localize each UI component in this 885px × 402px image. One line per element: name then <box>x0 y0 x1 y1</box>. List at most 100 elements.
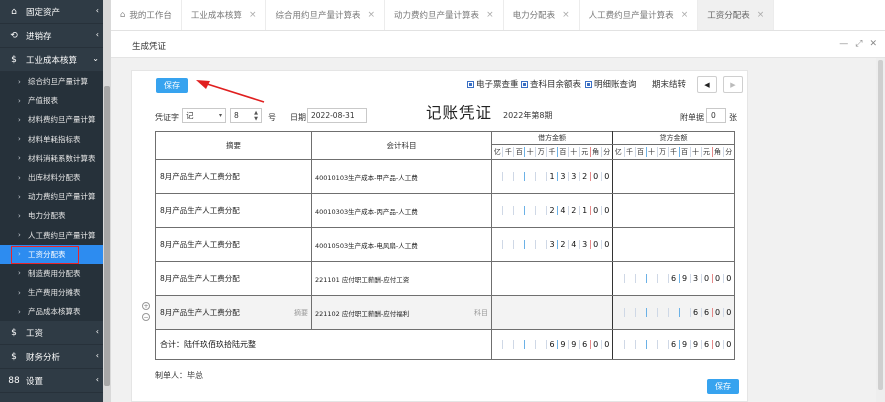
checkbox-icon[interactable] <box>585 80 592 88</box>
account-cell[interactable]: 40010503生产成本-电风扇-人工费 <box>311 227 492 262</box>
credit-cell[interactable]: 693000 <box>612 261 735 296</box>
debit-digit: 2 <box>546 206 558 215</box>
sidebar-subitem[interactable]: › 出库材料分配表 <box>0 168 111 187</box>
sidebar-menu-top-1[interactable]: ⟲ 进销存 ‹ <box>0 24 111 48</box>
stepper-icon[interactable]: ▲ ▼ <box>254 110 258 122</box>
total-debit-digit <box>513 340 526 349</box>
sidebar-subitem[interactable]: › 工资分配表 <box>0 244 111 264</box>
tab-4[interactable]: 电力分配表 × <box>504 0 580 30</box>
debit-digit <box>513 240 526 249</box>
tab-6[interactable]: 工资分配表 × <box>698 0 775 30</box>
tab-close-icon[interactable]: × <box>249 10 257 20</box>
debit-cell[interactable]: 324300 <box>491 227 613 262</box>
table-row[interactable]: 8月产品生产人工费分配 221101 应付职工薪酬-应付工资 6 9 3 0 0 0 <box>155 261 735 296</box>
attach-count-input[interactable]: 0 <box>706 108 726 123</box>
summary-cell[interactable]: 8月产品生产人工费分配 摘要 <box>155 295 312 330</box>
sidebar-scrollbar-thumb[interactable] <box>104 86 110 386</box>
remove-row-icon[interactable]: − <box>142 313 150 321</box>
sidebar-subitem[interactable]: › 材料单耗指标表 <box>0 130 111 149</box>
summary-cell[interactable]: 8月产品生产人工费分配 <box>155 261 312 296</box>
sidebar-subitem[interactable]: › 产品成本核算表 <box>0 302 111 321</box>
account-hint: 科目 <box>474 309 488 317</box>
total-debit-digit: 0 <box>604 340 610 349</box>
debit-digit <box>513 172 526 181</box>
account-cell[interactable]: 221102 应付职工薪酬-应付福利 科目 <box>311 295 492 330</box>
sidebar-subitem[interactable]: › 制造费用分配表 <box>0 264 111 283</box>
content-scrollbar[interactable] <box>876 58 885 402</box>
voucher-number-stepper[interactable]: 8 ▲ ▼ <box>230 108 262 123</box>
tab-0[interactable]: ⌂ 我的工作台 <box>111 0 182 30</box>
tab-close-icon[interactable]: × <box>562 10 570 20</box>
tab-2[interactable]: 综合用约旦产量计算表 × <box>266 0 386 30</box>
next-voucher-button[interactable]: ▶ <box>723 76 743 93</box>
tab-close-icon[interactable]: × <box>368 10 376 20</box>
account-cell[interactable]: 40010303生产成本-丙产品-人工费 <box>311 193 492 228</box>
summary-cell[interactable]: 8月产品生产人工费分配 <box>155 227 312 262</box>
summary-cell[interactable]: 8月产品生产人工费分配 <box>155 159 312 194</box>
sidebar-subitem[interactable]: › 生产费用分摊表 <box>0 283 111 302</box>
sidebar-subitem[interactable]: › 产值报表 <box>0 91 111 110</box>
sidebar-menu-top-2[interactable]: $ 工业成本核算 ⌄ <box>0 48 111 72</box>
minimize-icon[interactable]: — <box>839 39 848 49</box>
table-row[interactable]: 8月产品生产人工费分配 40010503生产成本-电风扇-人工费 3 2 4 3 0 0 <box>155 227 735 262</box>
checkbox-icon[interactable] <box>467 80 474 88</box>
add-row-icon[interactable]: + <box>142 302 150 310</box>
voucher-word-select[interactable]: 记 ▾ <box>182 108 226 123</box>
sidebar-subitem[interactable]: › 人工费约旦产量计算 <box>0 226 111 245</box>
account-text: 221102 应付职工薪酬-应付福利 <box>315 309 410 318</box>
save-bottom-button[interactable]: 保存 <box>707 379 739 394</box>
balance-check[interactable]: 查科目余额表 <box>521 78 581 90</box>
debit-digit <box>524 172 537 181</box>
sidebar-subitem[interactable]: › 电力分配表 <box>0 206 111 225</box>
period-end-link[interactable]: 期末结转 <box>652 78 686 90</box>
chevron-right-icon: › <box>18 135 21 144</box>
tab-5[interactable]: 人工费约旦产量计算表 × <box>580 0 699 30</box>
sidebar-menu-bottom-1[interactable]: $ 财务分析 ‹ <box>0 345 111 370</box>
date-input[interactable]: 2022-08-31 <box>307 108 367 123</box>
debit-cell[interactable] <box>491 261 613 296</box>
table-row[interactable]: 8月产品生产人工费分配 摘要 221102 应付职工薪酬-应付福利 科目 6 6 0 0 <box>155 295 735 330</box>
prev-voucher-button[interactable]: ◀ <box>697 76 717 93</box>
debit-cell[interactable] <box>491 295 613 330</box>
debit-cell[interactable]: 242100 <box>491 193 613 228</box>
tab-3[interactable]: 动力费约旦产量计算表 × <box>385 0 504 30</box>
sidebar-menu-bottom-2[interactable]: 88 设置 ‹ <box>0 369 111 394</box>
sidebar-menu-top-0[interactable]: ⌂ 固定资产 ‹ <box>0 0 111 24</box>
checkbox-icon[interactable] <box>521 80 528 88</box>
tab-close-icon[interactable]: × <box>757 10 765 20</box>
account-cell[interactable]: 40010103生产成本-甲产品-人工费 <box>311 159 492 194</box>
credit-cell[interactable] <box>612 227 735 262</box>
sidebar-subitem[interactable]: › 材料费约旦产量计算 <box>0 110 111 129</box>
credit-cell[interactable]: 6600 <box>612 295 735 330</box>
detail-check[interactable]: 明细账查询 <box>585 78 637 90</box>
credit-cell[interactable] <box>612 193 735 228</box>
maximize-icon[interactable]: ⤢ <box>855 39 862 49</box>
sidebar-scrollbar[interactable] <box>103 0 111 402</box>
tab-close-icon[interactable]: × <box>486 10 494 20</box>
tab-close-icon[interactable]: × <box>681 10 689 20</box>
account-cell[interactable]: 221101 应付职工薪酬-应付工资 <box>311 261 492 296</box>
sidebar-subitem[interactable]: › 动力费约旦产量计算 <box>0 187 111 206</box>
panel-title: 生成凭证 <box>132 42 167 52</box>
summary-header: 摘要 <box>155 131 312 160</box>
credit-cell[interactable] <box>612 159 735 194</box>
chevron-right-icon: › <box>18 154 21 163</box>
tab-1[interactable]: 工业成本核算 × <box>182 0 267 30</box>
debit-cell[interactable]: 133200 <box>491 159 613 194</box>
summary-cell[interactable]: 8月产品生产人工费分配 <box>155 193 312 228</box>
sidebar-menu-bottom-0[interactable]: $ 工资 ‹ <box>0 321 111 346</box>
table-row[interactable]: 8月产品生产人工费分配 40010303生产成本-丙产品-人工费 2 4 2 1 0 0 <box>155 193 735 228</box>
content-scrollbar-thumb[interactable] <box>878 60 883 390</box>
e-invoice-check[interactable]: 电子票查重 <box>467 78 519 90</box>
table-row[interactable]: 8月产品生产人工费分配 40010103生产成本-甲产品-人工费 1 3 3 2 0 0 <box>155 159 735 194</box>
credit-digit <box>613 274 625 283</box>
close-icon[interactable]: ✕ <box>869 39 877 49</box>
sidebar-subitem[interactable]: › 综合约旦产量计算 <box>0 72 111 91</box>
debit-digit: 0 <box>604 172 610 181</box>
save-button[interactable]: 保存 <box>156 78 188 93</box>
tab-label: 工资分配表 <box>707 11 750 21</box>
total-debit-digit: 0 <box>590 340 602 349</box>
tab-label: 我的工作台 <box>129 11 172 21</box>
sidebar-subitem[interactable]: › 材料消耗系数计算表 <box>0 149 111 168</box>
total-row: 合计：陆仟玖佰玖拾陆元整 6 9 9 6 0 0 6 9 9 6 0 0 <box>155 329 735 360</box>
